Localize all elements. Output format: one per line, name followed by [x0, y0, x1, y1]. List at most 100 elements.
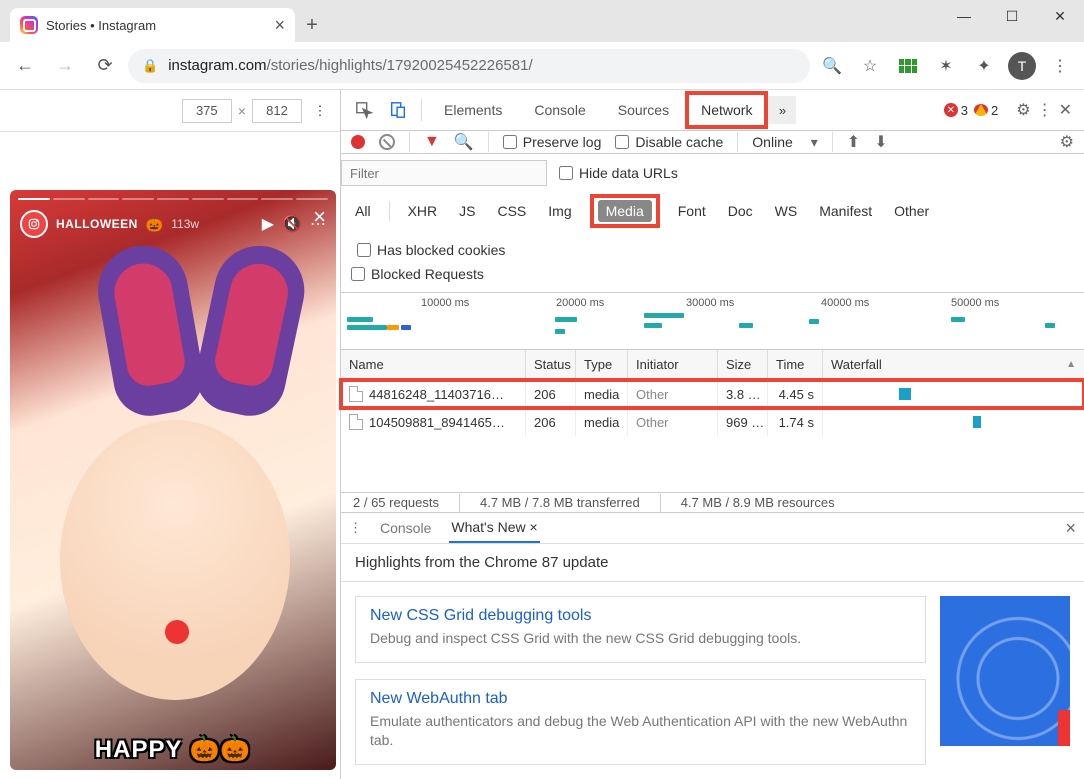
devtools-close-icon[interactable]: ✕ — [1059, 100, 1072, 120]
reload-button[interactable]: ⟳ — [88, 49, 122, 83]
extension-bug-icon[interactable]: ✶ — [930, 50, 962, 82]
filter-img[interactable]: Img — [544, 200, 575, 222]
col-time[interactable]: Time — [768, 350, 823, 379]
tab-console[interactable]: Console — [518, 90, 601, 130]
close-window-button[interactable]: ✕ — [1036, 0, 1084, 32]
network-timeline[interactable]: 10000 ms 20000 ms 30000 ms 40000 ms 5000… — [341, 293, 1084, 350]
forward-button: → — [48, 49, 82, 83]
col-waterfall[interactable]: Waterfall▲ — [823, 350, 1084, 379]
filter-other[interactable]: Other — [890, 200, 933, 222]
col-status[interactable]: Status — [526, 350, 576, 379]
file-icon — [349, 386, 363, 402]
col-name[interactable]: Name — [341, 350, 526, 379]
file-icon — [349, 414, 363, 430]
extensions-icon[interactable]: ✦ — [968, 50, 1000, 82]
inspect-element-icon[interactable] — [347, 93, 381, 127]
whats-new-body: New CSS Grid debugging tools Debug and i… — [341, 582, 1084, 779]
card-desc: Debug and inspect CSS Grid with the new … — [370, 629, 911, 648]
col-initiator[interactable]: Initiator — [628, 350, 718, 379]
filter-input[interactable] — [341, 160, 547, 186]
close-tab-icon[interactable]: × — [530, 519, 538, 535]
bunny-ear — [91, 238, 209, 421]
drawer-tab-whats-new[interactable]: What's New × — [449, 513, 539, 543]
whats-new-card[interactable]: New WebAuthn tab Emulate authenticators … — [355, 679, 926, 765]
url-input[interactable]: 🔒 instagram.com/stories/highlights/17920… — [128, 49, 810, 83]
browser-tab[interactable]: Stories • Instagram × — [10, 8, 295, 42]
drawer-close-icon[interactable]: × — [1065, 518, 1076, 539]
profile-avatar[interactable]: T — [1006, 50, 1038, 82]
bookmark-icon[interactable]: ☆ — [854, 50, 886, 82]
network-settings-icon[interactable]: ⚙ — [1060, 132, 1074, 152]
filter-manifest[interactable]: Manifest — [815, 200, 876, 222]
table-row[interactable]: 104509881_8941465… 206 media Other 969 …… — [341, 408, 1084, 436]
filter-media[interactable]: Media — [598, 200, 652, 222]
pumpkin-icon: 🎃 — [146, 216, 163, 233]
blocked-cookies-checkbox[interactable]: Has blocked cookies — [357, 242, 505, 258]
card-title: New CSS Grid debugging tools — [370, 607, 911, 625]
happy-text: HAPPY 🎃🎃 — [95, 735, 251, 764]
hide-data-urls-checkbox[interactable]: Hide data URLs — [559, 165, 678, 181]
story-menu-icon[interactable]: ⋯ — [310, 214, 326, 234]
filter-doc[interactable]: Doc — [724, 200, 757, 222]
warning-count[interactable]: 2 — [974, 103, 998, 118]
table-row[interactable]: 44816248_11403716… 206 media Other 3.8 …… — [341, 380, 1084, 408]
chrome-menu-icon[interactable]: ⋮ — [1044, 50, 1076, 82]
filter-icon[interactable]: ▼ — [424, 133, 440, 151]
tab-elements[interactable]: Elements — [428, 90, 518, 130]
filter-font[interactable]: Font — [674, 200, 710, 222]
minimize-button[interactable]: — — [940, 0, 988, 32]
viewport-height-input[interactable] — [252, 99, 302, 123]
col-type[interactable]: Type — [576, 350, 628, 379]
disable-cache-checkbox[interactable]: Disable cache — [615, 134, 723, 150]
extension-grid-icon[interactable] — [892, 50, 924, 82]
filter-all[interactable]: All — [351, 200, 375, 222]
back-button[interactable]: ← — [8, 49, 42, 83]
col-size[interactable]: Size — [718, 350, 768, 379]
device-size-bar: × ⋮ — [0, 90, 340, 132]
drawer-tab-console[interactable]: Console — [378, 514, 433, 542]
story-avatar[interactable] — [20, 210, 48, 238]
tab-sources[interactable]: Sources — [602, 90, 685, 130]
transferred-size: 4.7 MB / 7.8 MB transferred — [480, 495, 640, 510]
whats-new-image — [940, 596, 1070, 746]
throttling-select[interactable]: Online▾ — [752, 134, 818, 151]
whats-new-card[interactable]: New CSS Grid debugging tools Debug and i… — [355, 596, 926, 663]
new-tab-button[interactable]: + — [295, 8, 329, 42]
search-icon[interactable]: 🔍 — [454, 132, 474, 152]
whats-new-headline: Highlights from the Chrome 87 update — [341, 544, 1084, 582]
device-bar-menu-icon[interactable]: ⋮ — [308, 103, 332, 119]
instagram-story[interactable]: × HALLOWEEN 🎃 113w ▶ 🔇 ⋯ HAPPY 🎃🎃 — [10, 190, 336, 770]
card-title: New WebAuthn tab — [370, 690, 911, 708]
viewport-width-input[interactable] — [182, 99, 232, 123]
devtools-tabs: Elements Console Sources Network » ✕3 2 … — [341, 90, 1084, 131]
more-tabs-icon[interactable]: » — [768, 96, 796, 124]
drawer-menu-icon[interactable]: ⋮ — [349, 520, 362, 536]
filter-css[interactable]: CSS — [493, 200, 530, 222]
maximize-button[interactable]: ☐ — [988, 0, 1036, 32]
zoom-icon[interactable]: 🔍 — [816, 50, 848, 82]
request-count: 2 / 65 requests — [353, 495, 439, 510]
download-har-icon[interactable]: ⬇ — [874, 132, 887, 152]
preserve-log-checkbox[interactable]: Preserve log — [503, 134, 602, 150]
devtools-settings-icon[interactable]: ⚙ — [1016, 100, 1030, 120]
story-username: HALLOWEEN — [56, 217, 138, 231]
play-icon[interactable]: ▶ — [262, 214, 274, 234]
record-button[interactable] — [351, 135, 365, 149]
filter-js[interactable]: JS — [455, 200, 479, 222]
resources-size: 4.7 MB / 8.9 MB resources — [681, 495, 835, 510]
filter-ws[interactable]: WS — [771, 200, 802, 222]
upload-har-icon[interactable]: ⬆ — [847, 132, 860, 152]
error-count[interactable]: ✕3 — [944, 103, 968, 118]
story-age: 113w — [171, 217, 199, 231]
device-toggle-icon[interactable] — [381, 93, 415, 127]
clear-button[interactable] — [379, 134, 395, 150]
tab-network[interactable]: Network — [685, 91, 768, 129]
nose — [165, 620, 189, 644]
blocked-requests-checkbox[interactable]: Blocked Requests — [341, 266, 1074, 282]
mute-icon[interactable]: 🔇 — [282, 214, 302, 234]
network-status-bar: 2 / 65 requests 4.7 MB / 7.8 MB transfer… — [341, 493, 1084, 513]
table-header: Name Status Type Initiator Size Time Wat… — [341, 350, 1084, 380]
devtools-menu-icon[interactable]: ⋮ — [1037, 100, 1053, 120]
filter-xhr[interactable]: XHR — [404, 200, 442, 222]
close-tab-icon[interactable]: × — [274, 16, 285, 34]
